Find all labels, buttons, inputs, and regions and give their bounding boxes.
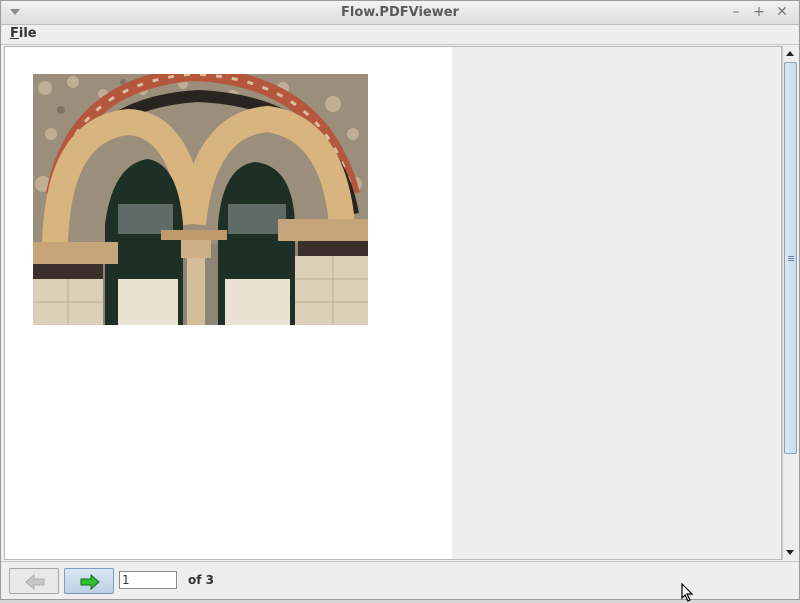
document-view[interactable]	[4, 46, 782, 560]
page-number-input[interactable]	[119, 571, 177, 589]
menu-bar: File	[1, 25, 799, 45]
scroll-thumb[interactable]	[784, 62, 797, 454]
arrow-left-icon	[25, 574, 45, 590]
arrow-right-icon	[80, 574, 100, 590]
title-bar: Flow.PDFViewer – + ✕	[1, 1, 799, 25]
pdf-page	[5, 47, 452, 559]
scroll-up-icon[interactable]	[783, 46, 798, 61]
minimize-icon[interactable]: –	[728, 4, 744, 20]
vertical-scrollbar[interactable]	[782, 46, 798, 560]
menu-file-label: File	[10, 26, 37, 41]
scroll-down-icon[interactable]	[783, 545, 798, 560]
window-title: Flow.PDFViewer	[341, 5, 459, 20]
previous-page-button[interactable]	[9, 568, 59, 594]
maximize-icon[interactable]: +	[751, 4, 767, 20]
navigation-bar: of 3	[1, 561, 799, 599]
arched-windows-photo	[33, 74, 368, 325]
menu-file[interactable]: File	[10, 26, 37, 41]
mouse-pointer-icon	[681, 583, 694, 602]
grip-icon	[788, 256, 794, 261]
app-window: Flow.PDFViewer – + ✕ File 1 of 3	[0, 0, 800, 602]
close-icon[interactable]: ✕	[774, 4, 790, 20]
next-page-button[interactable]	[64, 568, 114, 594]
page-count-label: of 3	[188, 573, 214, 587]
